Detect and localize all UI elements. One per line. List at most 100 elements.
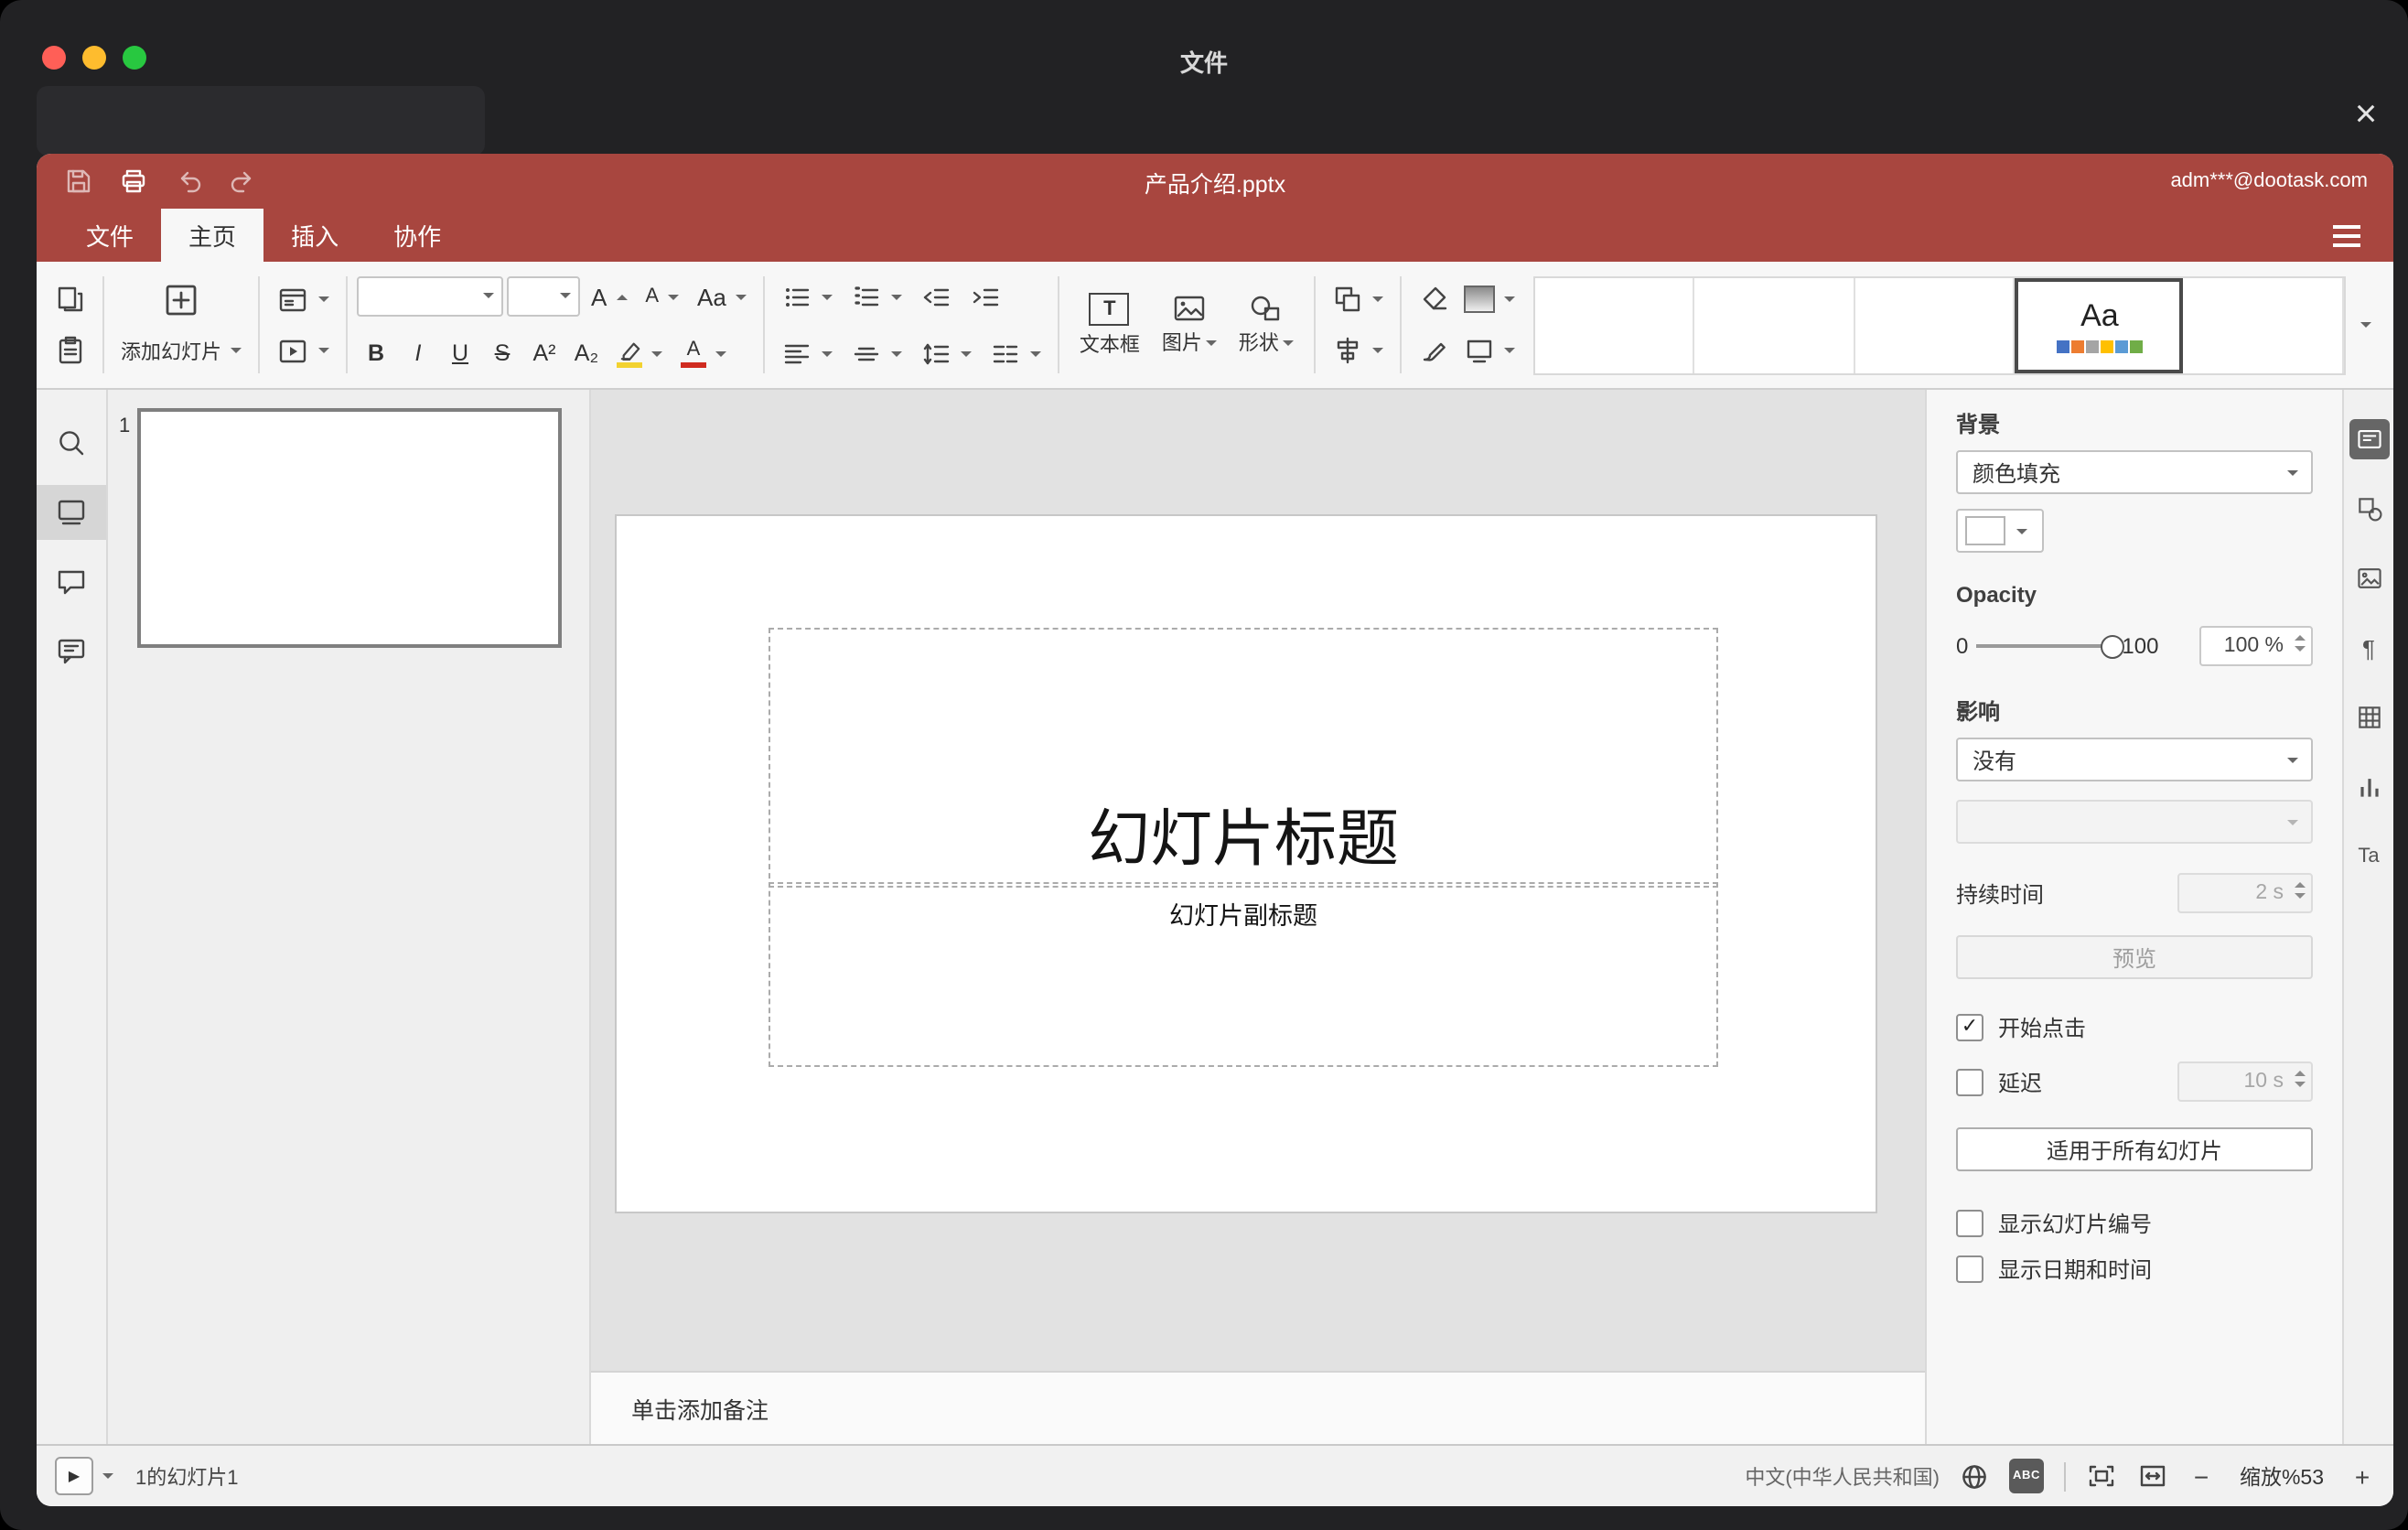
slide-canvas[interactable]: 幻灯片标题 幻灯片副标题 — [591, 390, 1925, 1371]
zoom-out-button[interactable]: − — [2188, 1461, 2214, 1491]
insert-textbox-button[interactable]: T 文本框 — [1069, 292, 1151, 358]
font-color-button[interactable]: A — [673, 329, 734, 377]
chart-settings-icon[interactable] — [2349, 767, 2389, 807]
comments-icon[interactable] — [37, 555, 106, 609]
bold-button[interactable]: B — [357, 331, 395, 375]
theme-tile[interactable] — [1534, 277, 1695, 372]
delay-input[interactable]: 10 s — [2177, 1061, 2313, 1102]
effect-option-select[interactable] — [1956, 800, 2313, 844]
copy-style-button[interactable] — [1411, 327, 1457, 374]
arrange-shape-button[interactable] — [1325, 275, 1391, 323]
undo-icon[interactable] — [172, 165, 205, 198]
theme-tile[interactable] — [1694, 277, 1855, 372]
superscript-button[interactable]: A² — [525, 331, 564, 375]
close-icon[interactable]: × — [2346, 94, 2386, 135]
spellcheck-icon[interactable]: ABC — [2009, 1459, 2044, 1493]
apply-all-button[interactable]: 适用于所有幻灯片 — [1956, 1127, 2313, 1171]
start-slideshow-status-button[interactable]: ▶ — [55, 1457, 113, 1495]
slide-size-button[interactable] — [1457, 327, 1522, 374]
columns-button[interactable] — [983, 329, 1048, 377]
notes-area[interactable]: 单击添加备注 — [591, 1371, 1925, 1444]
start-click-checkbox[interactable]: ✓ — [1956, 1014, 1983, 1041]
textart-settings-icon[interactable]: Ta — [2349, 836, 2389, 877]
theme-tile-selected[interactable]: Aa — [2015, 277, 2184, 372]
italic-button[interactable]: I — [399, 331, 437, 375]
theme-tile[interactable] — [1854, 277, 2016, 372]
slide-thumbnails-panel: 1 — [108, 390, 591, 1444]
delay-spinner[interactable] — [2295, 1071, 2306, 1087]
slide-thumbnail[interactable] — [137, 408, 562, 648]
statusbar: ▶ 1的幻灯片1 中文(中华人民共和国) ABC − 缩放%53 + — [37, 1444, 2393, 1506]
slide-title-placeholder[interactable]: 幻灯片标题 — [769, 628, 1718, 888]
show-datetime-checkbox[interactable] — [1956, 1255, 1983, 1283]
strikethrough-button[interactable]: S — [483, 331, 521, 375]
tab-insert[interactable]: 插入 — [263, 209, 366, 262]
vertical-align-button[interactable] — [844, 329, 909, 377]
paragraph-settings-icon[interactable]: ¶ — [2349, 628, 2389, 668]
numbered-list-button[interactable] — [844, 273, 909, 320]
align-shape-button[interactable] — [1325, 327, 1391, 374]
change-case-button[interactable]: Aa — [690, 273, 754, 320]
image-settings-icon[interactable] — [2349, 558, 2389, 598]
copy-button[interactable] — [48, 275, 93, 323]
add-slide-menu-button[interactable]: 添加幻灯片 — [113, 327, 249, 374]
fill-style-icon — [1463, 286, 1495, 313]
theme-tile[interactable] — [2183, 277, 2344, 372]
opacity-input[interactable]: 100 % — [2199, 626, 2313, 666]
search-icon[interactable] — [37, 415, 106, 470]
preview-button[interactable]: 预览 — [1956, 935, 2313, 979]
slides-panel-icon[interactable] — [37, 485, 106, 540]
increase-indent-button[interactable] — [962, 273, 1008, 320]
increase-font-button[interactable]: A — [584, 273, 634, 320]
insert-image-button[interactable]: 图片 — [1151, 293, 1228, 357]
slide-settings-icon[interactable] — [2349, 419, 2389, 459]
duration-spinner[interactable] — [2295, 882, 2306, 899]
clear-style-button[interactable] — [1411, 275, 1457, 323]
bullet-list-button[interactable] — [774, 273, 840, 320]
print-icon[interactable] — [117, 165, 150, 198]
subscript-button[interactable]: A₂ — [567, 331, 606, 375]
paste-button[interactable] — [48, 327, 93, 374]
line-spacing-button[interactable] — [913, 329, 979, 377]
fit-width-icon[interactable] — [2137, 1462, 2168, 1490]
redo-icon[interactable] — [227, 165, 260, 198]
start-slideshow-button[interactable] — [269, 327, 337, 374]
duration-input[interactable]: 2 s — [2177, 873, 2313, 913]
insert-shape-button[interactable]: 形状 — [1228, 293, 1305, 357]
menu-icon[interactable] — [2322, 217, 2371, 253]
show-slide-number-checkbox[interactable] — [1956, 1210, 1983, 1237]
background-fill-select[interactable]: 颜色填充 — [1956, 450, 2313, 494]
opacity-slider[interactable] — [1975, 635, 2124, 659]
font-size-select[interactable] — [507, 276, 580, 317]
right-sidebar: ¶ Ta — [2342, 390, 2393, 1444]
chat-icon[interactable] — [37, 624, 106, 679]
add-slide-button[interactable] — [156, 275, 207, 323]
highlight-color-button[interactable] — [609, 329, 670, 377]
fit-slide-icon[interactable] — [2086, 1462, 2117, 1490]
opacity-spinner[interactable] — [2295, 635, 2306, 652]
horizontal-align-button[interactable] — [774, 329, 840, 377]
fill-style-button[interactable] — [1457, 275, 1522, 323]
font-name-select[interactable] — [357, 276, 503, 317]
delay-checkbox[interactable] — [1956, 1068, 1983, 1095]
slide-layout-button[interactable] — [269, 275, 337, 323]
underline-button[interactable]: U — [441, 331, 479, 375]
fill-color-picker[interactable] — [1956, 509, 2044, 553]
tab-collaboration[interactable]: 协作 — [366, 209, 468, 262]
slide[interactable]: 幻灯片标题 幻灯片副标题 — [617, 516, 1876, 1212]
tab-home[interactable]: 主页 — [161, 209, 264, 262]
effect-select[interactable]: 没有 — [1956, 738, 2313, 781]
save-icon[interactable] — [62, 165, 95, 198]
zoom-in-button[interactable]: + — [2349, 1461, 2375, 1491]
tab-file[interactable]: 文件 — [59, 209, 161, 262]
slide-subtitle-placeholder[interactable]: 幻灯片副标题 — [769, 882, 1718, 1067]
table-settings-icon[interactable] — [2349, 697, 2389, 738]
decrease-indent-button[interactable] — [913, 273, 959, 320]
opacity-slider-knob[interactable] — [2100, 635, 2124, 659]
theme-gallery-expand-button[interactable] — [2346, 322, 2382, 328]
opacity-max-label: 100 — [2122, 633, 2159, 659]
language-globe-icon[interactable] — [1960, 1461, 1989, 1491]
decrease-font-button[interactable]: A — [638, 273, 686, 320]
shape-settings-icon[interactable] — [2349, 489, 2389, 529]
language-label[interactable]: 中文(中华人民共和国) — [1745, 1461, 1940, 1491]
